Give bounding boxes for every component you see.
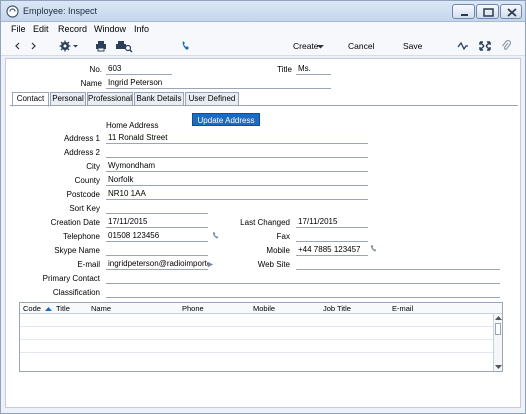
grid-scrollbar[interactable]	[493, 314, 502, 371]
scroll-up-icon[interactable]	[495, 315, 502, 321]
primary-contact-label: Primary Contact	[42, 274, 100, 283]
grid-header: Code Title Name Phone Mobile Job Title E…	[20, 303, 502, 314]
create-button[interactable]: Create	[293, 41, 319, 51]
last-changed-field[interactable]: 17/11/2015	[296, 217, 368, 228]
app-icon	[6, 5, 19, 18]
city-label: City	[86, 162, 100, 171]
table-row[interactable]	[20, 341, 494, 353]
primary-contact-field[interactable]	[106, 273, 500, 284]
no-field[interactable]: 603	[106, 64, 172, 75]
name-field[interactable]: Ingrid Peterson	[106, 78, 331, 89]
skype-name-field[interactable]	[106, 245, 208, 256]
chevron-down-icon[interactable]	[317, 39, 324, 53]
sort-ascending-icon	[45, 307, 52, 311]
column-phone[interactable]: Phone	[182, 304, 204, 313]
column-mobile[interactable]: Mobile	[253, 304, 275, 313]
skype-name-label: Skype Name	[54, 246, 100, 255]
fax-label: Fax	[276, 232, 290, 241]
mobile-field[interactable]: +44 7885 123457	[296, 245, 368, 256]
email-send-icon[interactable]	[206, 260, 215, 269]
city-field[interactable]: Wymondham	[106, 161, 368, 172]
postcode-label: Postcode	[66, 190, 100, 199]
column-email[interactable]: E-mail	[392, 304, 413, 313]
window: Employee: Inspect File Edit Record Windo…	[0, 0, 526, 414]
title-bar: Employee: Inspect	[1, 1, 525, 22]
update-address-button[interactable]: Update Address	[192, 113, 260, 126]
title-label: Title	[277, 65, 292, 74]
window-title: Employee: Inspect	[23, 6, 98, 16]
maximize-icon	[483, 8, 494, 17]
website-field[interactable]	[296, 259, 500, 270]
close-button[interactable]	[500, 4, 522, 19]
name-label: Name	[80, 79, 102, 88]
table-row[interactable]	[20, 315, 494, 327]
tab-professional[interactable]: Professional	[87, 92, 133, 106]
next-record-icon[interactable]	[29, 39, 38, 53]
last-changed-label: Last Changed	[240, 218, 290, 227]
tab-personal[interactable]: Personal	[50, 92, 86, 106]
county-label: County	[74, 176, 100, 185]
cancel-button[interactable]: Cancel	[348, 41, 374, 51]
menu-edit[interactable]: Edit	[33, 24, 49, 34]
table-row[interactable]	[20, 328, 494, 340]
telephone-field[interactable]: 01508 123456	[106, 231, 208, 242]
minimize-button[interactable]	[452, 4, 475, 19]
gear-icon[interactable]	[58, 39, 80, 53]
home-address-label: Home Address	[106, 121, 159, 130]
menu-bar: File Edit Record Window Info	[1, 22, 525, 36]
menu-window[interactable]: Window	[94, 24, 126, 34]
creation-date-field[interactable]: 17/11/2015	[106, 217, 208, 228]
contacts-grid[interactable]: Code Title Name Phone Mobile Job Title E…	[19, 302, 503, 372]
expand-icon[interactable]	[479, 39, 491, 53]
website-label: Web Site	[257, 260, 290, 269]
menu-info[interactable]: Info	[134, 24, 149, 34]
tab-user-defined[interactable]: User Defined	[185, 92, 239, 106]
menu-record[interactable]: Record	[58, 24, 87, 34]
address2-label: Address 2	[63, 148, 100, 157]
telephone-dial-icon[interactable]	[212, 231, 221, 240]
record-panel: No. 603 Title Ms. Name Ingrid Peterson C…	[5, 58, 521, 408]
email-label: E-mail	[77, 260, 100, 269]
minimize-icon	[461, 14, 468, 16]
menu-file[interactable]: File	[11, 24, 26, 34]
table-row[interactable]	[20, 354, 494, 366]
postcode-field[interactable]: NR10 1AA	[106, 189, 368, 200]
mobile-dial-icon[interactable]	[370, 244, 379, 253]
no-label: No.	[89, 65, 102, 74]
classification-label: Classification	[52, 288, 100, 297]
paperclip-icon[interactable]	[501, 39, 511, 53]
print-icon[interactable]	[95, 39, 107, 53]
print-preview-icon[interactable]	[115, 39, 133, 53]
sort-key-field[interactable]	[106, 203, 208, 214]
address2-field[interactable]	[106, 147, 368, 158]
column-title[interactable]: Title	[56, 304, 70, 313]
email-field[interactable]: ingridpeterson@radioimporter	[106, 259, 208, 270]
address1-label: Address 1	[63, 134, 100, 143]
column-job-title[interactable]: Job Title	[323, 304, 351, 313]
classification-field[interactable]	[106, 287, 500, 298]
maximize-button[interactable]	[476, 4, 499, 19]
column-name[interactable]: Name	[91, 304, 111, 313]
save-button[interactable]: Save	[403, 41, 422, 51]
scroll-down-icon[interactable]	[495, 364, 502, 370]
previous-record-icon[interactable]	[13, 39, 22, 53]
fax-field[interactable]	[296, 231, 368, 242]
column-code[interactable]: Code	[23, 304, 41, 313]
scroll-thumb[interactable]	[495, 323, 501, 335]
county-field[interactable]: Norfolk	[106, 175, 368, 186]
activity-icon[interactable]	[457, 39, 469, 53]
address1-field[interactable]: 11 Ronald Street	[106, 133, 368, 144]
sort-key-label: Sort Key	[69, 204, 100, 213]
toolbar: Create Cancel Save	[1, 36, 525, 56]
close-icon	[507, 8, 517, 17]
creation-date-label: Creation Date	[50, 218, 100, 227]
telephone-label: Telephone	[63, 232, 100, 241]
tab-divider	[10, 105, 518, 106]
title-field[interactable]: Ms.	[296, 64, 331, 75]
tab-bank-details[interactable]: Bank Details	[134, 92, 184, 106]
phone-icon[interactable]	[181, 39, 191, 53]
mobile-label: Mobile	[266, 246, 290, 255]
